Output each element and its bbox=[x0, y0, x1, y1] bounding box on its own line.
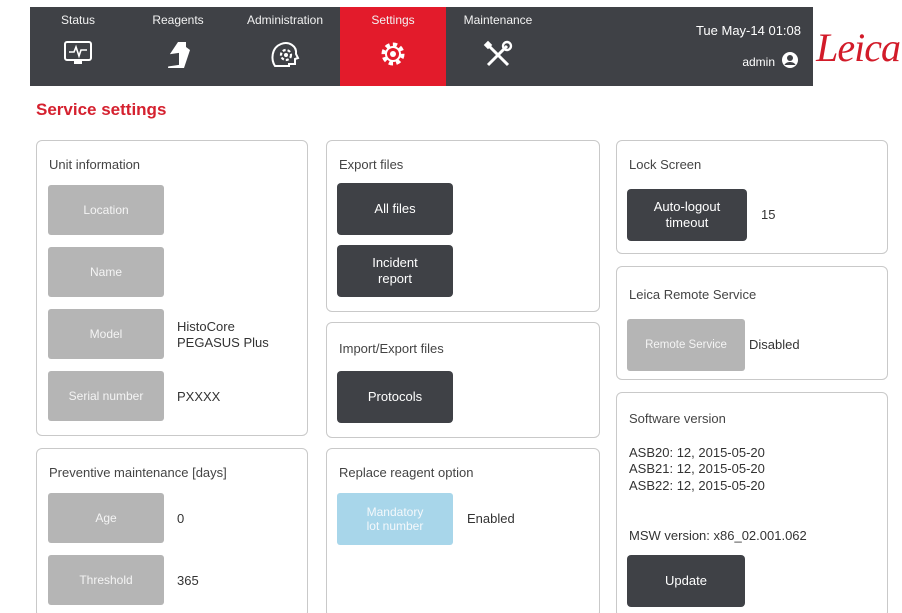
navigation-bar: Status Reagents Administration Settings bbox=[30, 7, 813, 86]
page-title: Service settings bbox=[36, 100, 167, 119]
incident-report-button[interactable]: Incident report bbox=[337, 245, 453, 297]
replace-reagent-panel: Replace reagent option Mandatory lot num… bbox=[326, 448, 600, 613]
model-button[interactable]: Model bbox=[48, 309, 164, 359]
firmware-line: ASB21: 12, 2015-05-20 bbox=[629, 461, 765, 477]
auto-logout-timeout-button[interactable]: Auto-logout timeout bbox=[627, 189, 747, 241]
age-button[interactable]: Age bbox=[48, 493, 164, 543]
monitor-icon bbox=[63, 40, 93, 71]
remote-service-button[interactable]: Remote Service bbox=[627, 319, 745, 371]
all-files-button[interactable]: All files bbox=[337, 183, 453, 235]
replace-reagent-status: Enabled bbox=[467, 511, 515, 526]
admin-gear-head-icon bbox=[269, 40, 301, 73]
threshold-value: 365 bbox=[177, 573, 199, 588]
age-value: 0 bbox=[177, 511, 185, 526]
tab-administration-label: Administration bbox=[246, 13, 324, 27]
remote-service-panel: Leica Remote Service Remote Service Disa… bbox=[616, 266, 888, 380]
firmware-line: ASB20: 12, 2015-05-20 bbox=[629, 445, 765, 460]
top-bar: Status Reagents Administration Settings bbox=[8, 0, 902, 92]
auto-logout-line1: Auto-logout bbox=[653, 198, 721, 214]
model-value-line2: PEGASUS Plus bbox=[177, 335, 269, 351]
tab-settings-label: Settings bbox=[371, 13, 415, 27]
user-indicator[interactable]: admin bbox=[742, 51, 799, 72]
software-version-title: Software version bbox=[629, 411, 726, 426]
export-files-title: Export files bbox=[339, 157, 404, 172]
lock-screen-panel: Lock Screen Auto-logout timeout 15 bbox=[616, 140, 888, 254]
tools-icon bbox=[483, 40, 513, 75]
update-button[interactable]: Update bbox=[627, 555, 745, 607]
tab-status-label: Status bbox=[60, 13, 96, 27]
import-export-panel: Import/Export files Protocols bbox=[326, 322, 600, 438]
mandatory-lot-number-button[interactable]: Mandatory lot number bbox=[337, 493, 453, 545]
serial-number-button[interactable]: Serial number bbox=[48, 371, 164, 421]
preventive-maintenance-title: Preventive maintenance [days] bbox=[49, 465, 227, 480]
tab-maintenance-label: Maintenance bbox=[463, 13, 533, 27]
replace-reagent-title: Replace reagent option bbox=[339, 465, 474, 480]
serial-number-value: PXXXX bbox=[177, 389, 221, 404]
auto-logout-line2: timeout bbox=[665, 215, 709, 230]
remote-service-status: Disabled bbox=[749, 337, 800, 352]
incident-report-line1: Incident bbox=[372, 254, 418, 270]
datetime: Tue May-14 01:08 bbox=[695, 23, 801, 38]
msw-version: MSW version: x86_02.001.062 bbox=[629, 528, 807, 543]
firmware-line: ASB22: 12, 2015-05-20 bbox=[629, 477, 765, 493]
tab-reagents-label: Reagents bbox=[152, 13, 204, 27]
preventive-maintenance-panel: Preventive maintenance [days] Age 0 Thre… bbox=[36, 448, 308, 613]
threshold-button[interactable]: Threshold bbox=[48, 555, 164, 605]
remote-service-title: Leica Remote Service bbox=[629, 287, 757, 302]
tab-administration[interactable]: Administration bbox=[230, 7, 340, 86]
model-value-line1: HistoCore bbox=[177, 319, 235, 334]
auto-logout-value: 15 bbox=[761, 207, 776, 222]
tab-settings[interactable]: Settings bbox=[340, 7, 446, 86]
location-button[interactable]: Location bbox=[48, 185, 164, 235]
unit-information-title: Unit information bbox=[49, 157, 141, 172]
tab-maintenance[interactable]: Maintenance bbox=[446, 7, 550, 86]
mandatory-lot-line2: lot number bbox=[366, 519, 424, 533]
unit-information-panel: Unit information Location Name Model His… bbox=[36, 140, 308, 436]
software-version-panel: Software version ASB20: 12, 2015-05-20 A… bbox=[616, 392, 888, 613]
user-avatar-icon bbox=[781, 51, 799, 72]
tab-reagents[interactable]: Reagents bbox=[126, 7, 230, 86]
export-files-panel: Export files All files Incident report bbox=[326, 140, 600, 312]
leica-logo: Leica bbox=[816, 25, 901, 70]
username: admin bbox=[742, 54, 775, 69]
mandatory-lot-line1: Mandatory bbox=[366, 504, 424, 519]
name-button[interactable]: Name bbox=[48, 247, 164, 297]
incident-report-line2: report bbox=[378, 271, 412, 286]
reagent-bottle-icon bbox=[164, 40, 192, 75]
model-value: HistoCore PEGASUS Plus bbox=[177, 319, 269, 352]
firmware-list: ASB20: 12, 2015-05-20 ASB21: 12, 2015-05… bbox=[629, 445, 765, 494]
lock-screen-title: Lock Screen bbox=[629, 157, 702, 172]
import-export-title: Import/Export files bbox=[339, 341, 444, 356]
gear-icon bbox=[379, 40, 407, 73]
protocols-button[interactable]: Protocols bbox=[337, 371, 453, 423]
tab-status[interactable]: Status bbox=[30, 7, 126, 86]
